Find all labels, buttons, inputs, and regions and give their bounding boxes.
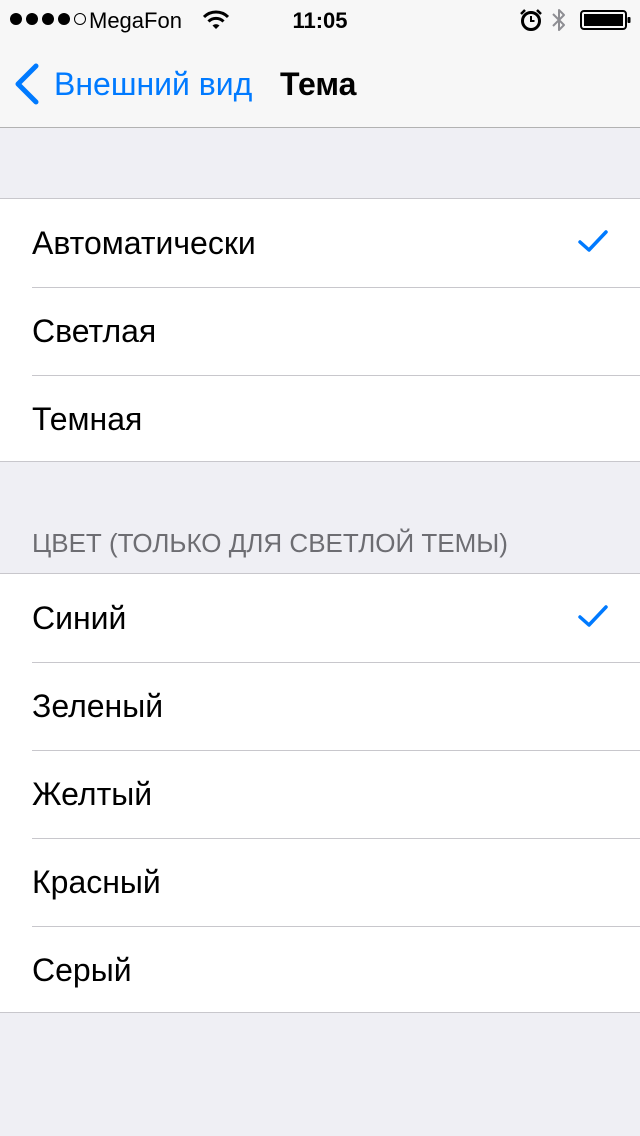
theme-option-label: Светлая	[32, 313, 157, 349]
back-button-label: Внешний вид	[54, 65, 253, 102]
color-options-list: Синий Зеленый Желтый Красный Серый	[0, 573, 640, 1013]
theme-option-auto[interactable]: Автоматически	[0, 199, 640, 287]
color-option-label: Красный	[32, 864, 161, 900]
color-option-gray[interactable]: Серый	[0, 926, 640, 1014]
color-option-blue[interactable]: Синий	[0, 574, 640, 662]
theme-option-dark[interactable]: Темная	[0, 375, 640, 463]
color-option-green[interactable]: Зеленый	[0, 662, 640, 750]
color-option-red[interactable]: Красный	[0, 838, 640, 926]
color-option-yellow[interactable]: Желтый	[0, 750, 640, 838]
checkmark-icon	[578, 605, 608, 627]
battery-icon	[580, 10, 631, 30]
alarm-icon	[520, 9, 542, 31]
theme-options-list: Автоматически Светлая Темная	[0, 198, 640, 462]
color-option-label: Серый	[32, 952, 132, 988]
theme-option-label: Автоматически	[32, 225, 256, 261]
theme-option-light[interactable]: Светлая	[0, 287, 640, 375]
status-bar: MegaFon 11:05	[0, 0, 640, 40]
chevron-left-icon	[15, 63, 39, 105]
back-button[interactable]: Внешний вид	[14, 40, 252, 128]
navigation-bar: Внешний вид Тема	[0, 40, 640, 128]
theme-option-label: Темная	[32, 401, 143, 437]
color-option-label: Зеленый	[32, 688, 164, 724]
color-option-label: Желтый	[32, 776, 153, 812]
status-time: 11:05	[292, 8, 348, 33]
color-option-label: Синий	[32, 600, 127, 636]
page-title: Тема	[280, 66, 357, 102]
bluetooth-icon	[552, 9, 565, 31]
color-section-header: ЦВЕТ (ТОЛЬКО ДЛЯ СВЕТЛОЙ ТЕМЫ)	[32, 528, 508, 558]
checkmark-icon	[578, 230, 608, 252]
